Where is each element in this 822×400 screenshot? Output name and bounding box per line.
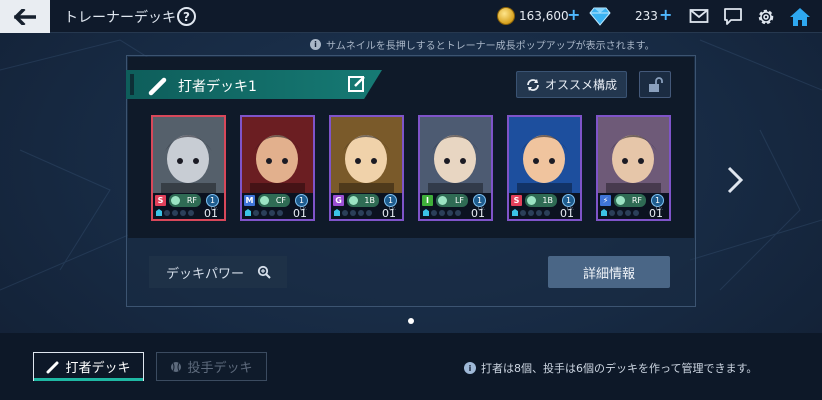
- growth-dots: [245, 209, 283, 216]
- position-badge: CF: [258, 194, 290, 207]
- rarity-badge: G: [333, 195, 344, 206]
- bat-icon: [527, 196, 536, 205]
- info-icon: i: [464, 362, 476, 374]
- pitcher-deck-label: 投手デッキ: [187, 361, 253, 376]
- trainer-portrait: [420, 117, 491, 193]
- growth-dots: [334, 209, 372, 216]
- gem-icon: [589, 7, 611, 26]
- page-title: トレーナーデッキ: [64, 10, 176, 26]
- trainer-portrait: [331, 117, 402, 193]
- detail-info-button[interactable]: 詳細情報: [548, 256, 670, 288]
- level-value: 01: [204, 207, 218, 220]
- position-label: 1B: [542, 196, 553, 205]
- growth-dots: [423, 209, 461, 216]
- position-label: 1B: [364, 196, 375, 205]
- baseball-icon: [171, 361, 182, 372]
- help-icon[interactable]: ?: [177, 7, 196, 26]
- level-value: 01: [293, 207, 307, 220]
- trainer-portrait: [509, 117, 580, 193]
- mail-icon[interactable]: [689, 7, 709, 25]
- position-badge: RF: [169, 194, 201, 207]
- card-info: M CF 1 Lv. 01: [242, 193, 313, 219]
- rarity-badge: I: [422, 195, 433, 206]
- coin-icon: [497, 7, 515, 25]
- level-value: 01: [471, 207, 485, 220]
- gear-icon[interactable]: [756, 7, 776, 27]
- trainer-card[interactable]: G 1B 1 Lv. 01: [329, 115, 404, 221]
- pitcher-deck-tab[interactable]: 投手デッキ: [156, 352, 267, 381]
- back-arrow-icon: [14, 8, 36, 25]
- bat-icon: [438, 196, 447, 205]
- chat-icon[interactable]: [723, 7, 743, 26]
- rarity-badge: ⚡: [600, 195, 611, 206]
- edit-icon[interactable]: [347, 74, 367, 94]
- bat-icon: [46, 361, 59, 373]
- back-button[interactable]: [0, 0, 50, 33]
- rarity-badge: M: [244, 195, 255, 206]
- position-label: RF: [631, 196, 642, 205]
- footer-note: i 打者は8個、投手は6個のデッキを作って管理できます。: [464, 360, 757, 376]
- page-indicator: [408, 318, 414, 324]
- trainer-card[interactable]: S RF 1 Lv. 01: [151, 115, 226, 221]
- level-value: 01: [649, 207, 663, 220]
- position-label: CF: [275, 196, 286, 205]
- position-badge: 1B: [525, 194, 557, 207]
- deck-tab-marker: [130, 74, 134, 95]
- notice: i サムネイルを長押しするとトレーナー成長ポップアップが表示されます。: [310, 37, 655, 52]
- rarity-badge: S: [155, 195, 166, 206]
- card-info: S RF 1 Lv. 01: [153, 193, 224, 219]
- deck-name: 打者デッキ1: [178, 79, 257, 95]
- position-label: RF: [186, 196, 197, 205]
- bat-icon: [349, 196, 358, 205]
- home-icon[interactable]: [789, 7, 811, 27]
- add-gems-button[interactable]: +: [659, 5, 672, 24]
- trainer-card[interactable]: S 1B 1 Lv. 01: [507, 115, 582, 221]
- batter-deck-label: 打者デッキ: [65, 361, 131, 376]
- card-info: S 1B 1 Lv. 01: [509, 193, 580, 219]
- batter-deck-tab[interactable]: 打者デッキ: [33, 352, 144, 381]
- trainer-portrait: [153, 117, 224, 193]
- position-badge: LF: [436, 194, 468, 207]
- info-icon: i: [310, 39, 321, 50]
- rarity-badge: S: [511, 195, 522, 206]
- unlock-icon: [649, 76, 663, 92]
- next-arrow-icon[interactable]: [724, 165, 746, 195]
- card-info: ⚡ RF 1 Lv. 01: [598, 193, 669, 219]
- bat-icon: [148, 77, 167, 96]
- trainer-card[interactable]: ⚡ RF 1 Lv. 01: [596, 115, 671, 221]
- position-label: LF: [454, 196, 464, 205]
- zoom-icon: [257, 265, 271, 279]
- growth-dots: [512, 209, 550, 216]
- deck-power-box[interactable]: デッキパワー: [149, 256, 287, 288]
- trainer-portrait: [598, 117, 669, 193]
- card-info: G 1B 1 Lv. 01: [331, 193, 402, 219]
- footer-note-text: 打者は8個、投手は6個のデッキを作って管理できます。: [481, 362, 758, 375]
- lock-button[interactable]: [639, 71, 671, 98]
- growth-dots: [601, 209, 639, 216]
- add-coins-button[interactable]: +: [567, 5, 580, 24]
- refresh-icon: [527, 78, 539, 91]
- trainer-portrait: [242, 117, 313, 193]
- recommend-button[interactable]: オススメ構成: [516, 71, 627, 98]
- recommend-label: オススメ構成: [544, 78, 617, 92]
- level-value: 01: [382, 207, 396, 220]
- trainer-card[interactable]: M CF 1 Lv. 01: [240, 115, 315, 221]
- card-info: I LF 1 Lv. 01: [420, 193, 491, 219]
- bat-icon: [616, 196, 625, 205]
- level-value: 01: [560, 207, 574, 220]
- trainer-card[interactable]: I LF 1 Lv. 01: [418, 115, 493, 221]
- gem-count: 233: [635, 9, 658, 23]
- bat-icon: [260, 196, 269, 205]
- coin-count: 163,600: [519, 9, 569, 23]
- growth-dots: [156, 209, 194, 216]
- notice-text: サムネイルを長押しするとトレーナー成長ポップアップが表示されます。: [326, 41, 655, 52]
- deck-power-label: デッキパワー: [166, 266, 245, 282]
- position-badge: RF: [614, 194, 646, 207]
- position-badge: 1B: [347, 194, 379, 207]
- bat-icon: [171, 196, 180, 205]
